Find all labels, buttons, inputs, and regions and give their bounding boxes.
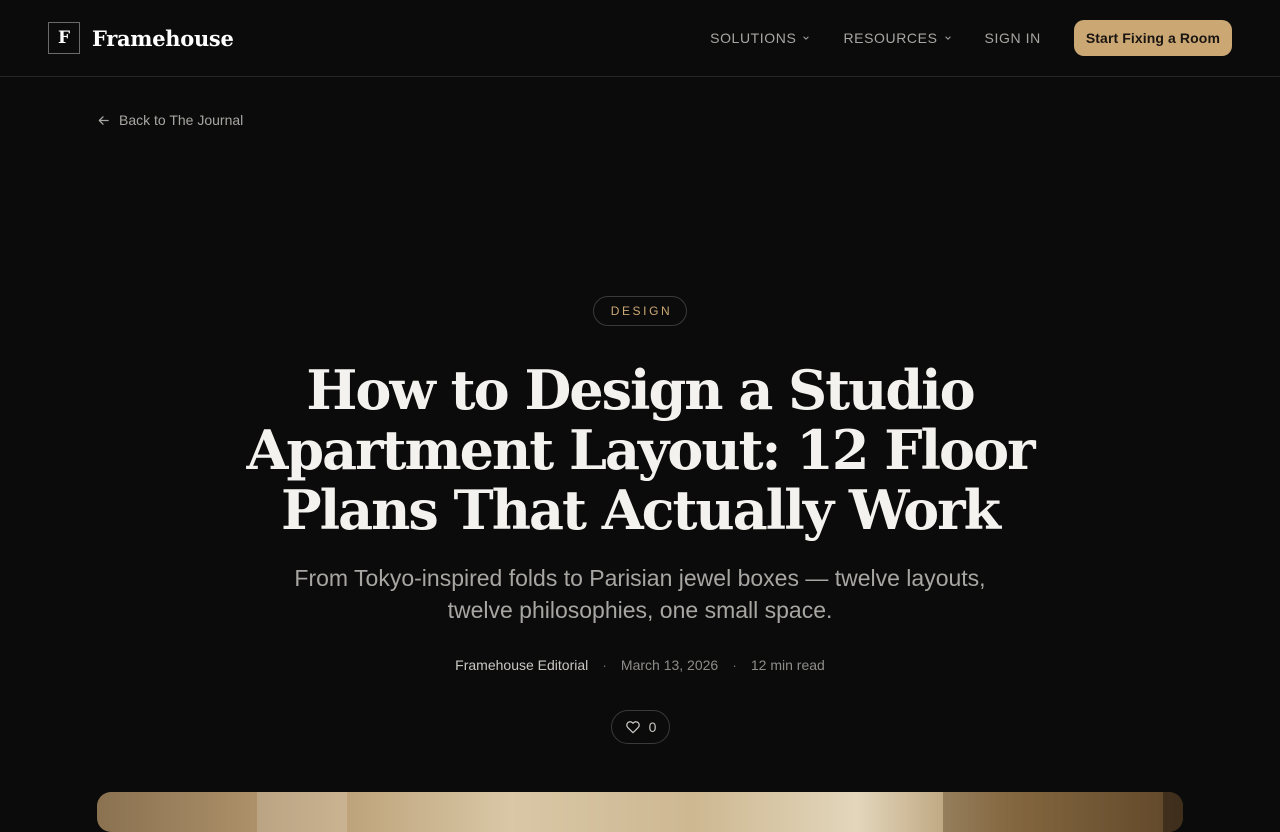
like-count: 0 (648, 719, 657, 735)
site-header: F Framehouse SOLUTIONS RESOURCES SIGN IN… (0, 0, 1280, 77)
nav-resources-label: RESOURCES (843, 30, 938, 46)
hero-image-wood-area (943, 792, 1163, 832)
site-logo[interactable]: F Framehouse (48, 22, 234, 54)
like-button[interactable]: 0 (611, 710, 670, 744)
start-fixing-room-button[interactable]: Start Fixing a Room (1073, 20, 1232, 56)
nav-sign-in[interactable]: SIGN IN (985, 30, 1041, 46)
main-nav: SOLUTIONS RESOURCES SIGN IN Start Fixing… (710, 20, 1232, 56)
logo-mark: F (48, 22, 80, 54)
hero-image-light-area (257, 792, 347, 832)
article-subtitle: From Tokyo-inspired folds to Parisian je… (294, 565, 986, 623)
meta-separator: · (732, 657, 737, 673)
nav-sign-in-label: SIGN IN (984, 30, 1041, 46)
arrow-left-icon (98, 115, 109, 125)
meta-separator: · (602, 657, 607, 673)
nav-resources[interactable]: RESOURCES (843, 30, 951, 46)
nav-solutions-label: SOLUTIONS (710, 30, 797, 46)
back-to-journal-link[interactable]: Back to The Journal (97, 112, 243, 128)
category-badge[interactable]: DESIGN (593, 296, 687, 326)
hero-image-dark-edge (1163, 792, 1183, 832)
article-read-time: 12 min read (750, 657, 825, 673)
article-hero-image (97, 792, 1183, 832)
article-meta: Framehouse Editorial · March 13, 2026 · … (0, 657, 1280, 673)
article-title: How to Design a Studio Apartment Layout:… (246, 358, 1035, 542)
article-date: March 13, 2026 (620, 657, 719, 673)
article-author: Framehouse Editorial (455, 657, 589, 673)
chevron-down-icon (944, 36, 951, 40)
nav-solutions[interactable]: SOLUTIONS (710, 30, 810, 46)
heart-icon (625, 721, 640, 734)
back-link-label: Back to The Journal (119, 112, 244, 128)
logo-text: Framehouse (92, 25, 234, 51)
chevron-down-icon (803, 36, 810, 40)
